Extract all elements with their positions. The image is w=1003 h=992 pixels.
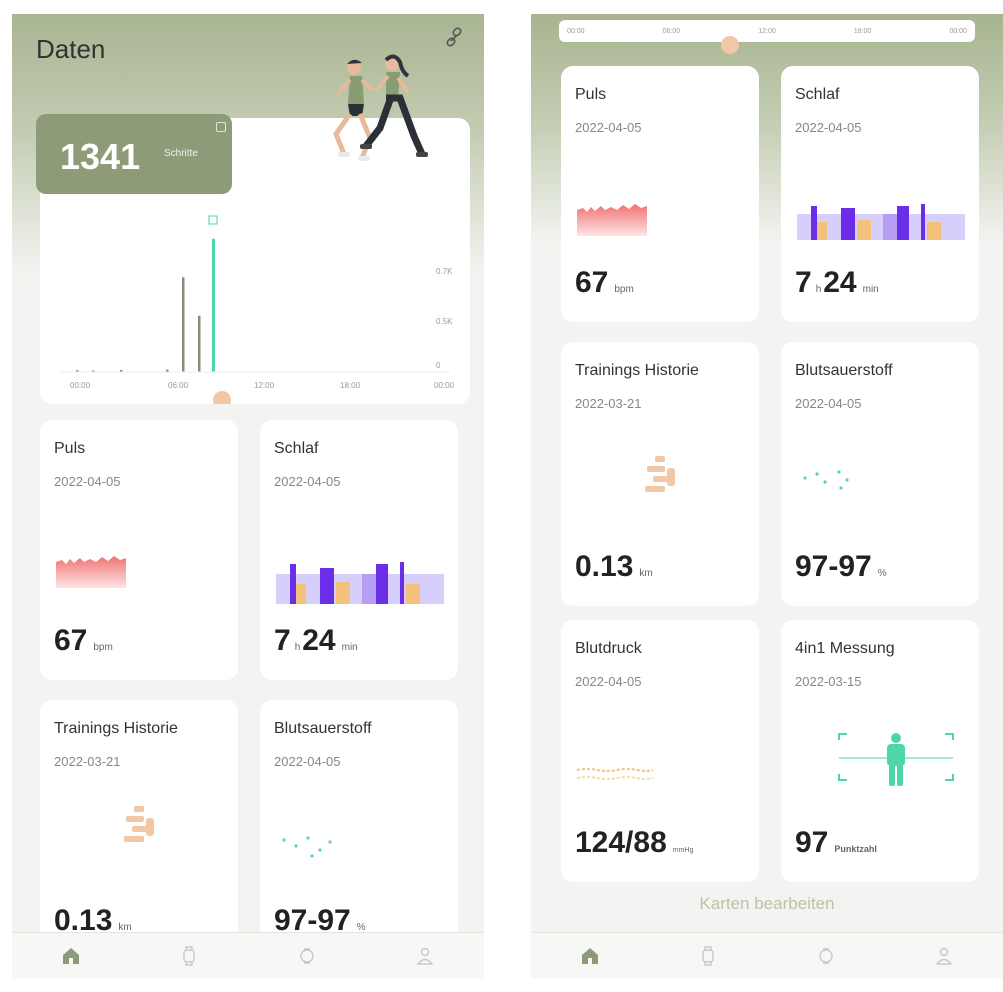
tab-home[interactable] <box>56 941 86 971</box>
tab-profile[interactable] <box>410 941 440 971</box>
card-oxygen[interactable]: Blutsauerstoff 2022-04-05 97-97% <box>260 700 458 940</box>
card-training[interactable]: Trainings Historie 2022-03-21 0.13 km <box>40 700 238 940</box>
steps-bar <box>182 277 185 372</box>
card-date: 2022-04-05 <box>575 120 642 135</box>
card-title: Puls <box>575 86 607 103</box>
card-value: 97 Punktzahl <box>795 826 877 859</box>
profile-icon <box>416 947 434 965</box>
device-icon <box>300 947 314 964</box>
tab-watch[interactable] <box>174 941 204 971</box>
card-sleep[interactable]: Schlaf 2022-04-05 7 h24 min <box>781 66 979 322</box>
card-value: 97-97% <box>795 550 887 583</box>
card-4in1[interactable]: 4in1 Messung 2022-03-15 97 Punktzahl <box>781 620 979 882</box>
y-tick-label: 0.5K <box>436 317 453 326</box>
sleep-chart <box>797 204 965 240</box>
watch-icon <box>702 945 714 966</box>
y-tick-label: 0.7K <box>436 267 453 276</box>
card-value: 67 bpm <box>54 624 113 657</box>
steps-chart[interactable]: 00:00 06:00 12:00 18:00 00:00 0.7K 0.5K 0 <box>40 204 470 404</box>
card-title: Schlaf <box>795 86 840 103</box>
card-value: 124/88 mmHg <box>575 826 694 859</box>
tick-label: 00:00 <box>567 27 585 35</box>
tab-profile[interactable] <box>929 941 959 971</box>
card-date: 2022-04-05 <box>795 396 862 411</box>
card-date: 2022-03-21 <box>575 396 642 411</box>
card-title: Trainings Historie <box>575 362 699 379</box>
blood-pressure-chart <box>576 768 654 780</box>
card-blood-pressure[interactable]: Blutdruck 2022-04-05 124/88 mmHg <box>561 620 759 882</box>
device-icon <box>819 947 833 964</box>
card-date: 2022-04-05 <box>274 754 341 769</box>
home-icon <box>63 947 79 964</box>
sleep-chart <box>276 562 444 604</box>
link-icon[interactable] <box>442 26 466 50</box>
running-icon <box>645 456 675 492</box>
home-icon <box>582 947 598 964</box>
card-date: 2022-03-15 <box>795 674 862 689</box>
card-date: 2022-04-05 <box>795 120 862 135</box>
card-value: 7 h24 min <box>274 624 358 657</box>
card-sleep[interactable]: Schlaf 2022-04-05 7 h24 min <box>260 420 458 680</box>
card-value: 67 bpm <box>575 266 634 299</box>
steps-card-icon <box>216 122 226 132</box>
card-date: 2022-03-21 <box>54 754 121 769</box>
tab-device[interactable] <box>292 941 322 971</box>
card-title: Trainings Historie <box>54 720 178 737</box>
tick-label: 00:00 <box>949 27 967 35</box>
tab-device[interactable] <box>811 941 841 971</box>
card-date: 2022-04-05 <box>54 474 121 489</box>
tick-label: 12:00 <box>758 27 776 35</box>
x-tick-label: 00:00 <box>70 381 91 390</box>
card-title: Blutsauerstoff <box>274 720 372 737</box>
running-icon <box>124 806 154 842</box>
oxygen-chart <box>803 470 849 490</box>
steps-summary[interactable]: 1341 Schritte <box>36 114 232 194</box>
steps-bar <box>198 315 201 372</box>
profile-icon <box>935 947 953 965</box>
runners-illustration <box>333 54 428 161</box>
y-tick-label: 0 <box>436 361 441 370</box>
tab-bar <box>12 932 484 978</box>
screen-scrolled: 00:00 06:00 12:00 18:00 00:00 Puls 2022-… <box>531 14 1003 978</box>
card-title: Blutsauerstoff <box>795 362 893 379</box>
card-oxygen[interactable]: Blutsauerstoff 2022-04-05 97-97% <box>781 342 979 606</box>
card-title: 4in1 Messung <box>795 640 895 657</box>
tick-label: 18:00 <box>853 27 872 35</box>
body-scan-icon <box>838 733 954 786</box>
page-title: Daten <box>36 34 106 64</box>
steps-unit: Schritte <box>164 148 198 159</box>
selected-bar-marker <box>208 215 218 225</box>
card-pulse[interactable]: Puls 2022-04-05 67 bpm <box>561 66 759 322</box>
edit-cards-button[interactable]: Karten bearbeiten <box>531 894 1003 914</box>
card-title: Schlaf <box>274 440 319 457</box>
pulse-chart <box>577 204 647 236</box>
oxygen-chart <box>282 836 332 858</box>
card-title: Puls <box>54 440 86 457</box>
card-title: Blutdruck <box>575 640 642 657</box>
card-value: 0.13 km <box>575 550 653 583</box>
tab-bar <box>531 932 1003 978</box>
watch-icon <box>183 945 195 966</box>
x-tick-label: 06:00 <box>168 381 189 390</box>
card-training[interactable]: Trainings Historie 2022-03-21 0.13 km <box>561 342 759 606</box>
card-value: 7 h24 min <box>795 266 879 299</box>
card-date: 2022-04-05 <box>274 474 341 489</box>
steps-value: 1341 <box>60 136 141 177</box>
tick-label: 06:00 <box>662 27 681 35</box>
timeline-scrubber[interactable] <box>721 36 739 54</box>
screen-main: Daten 1341 Schritte 00:00 06:00 12:00 18… <box>12 14 484 978</box>
steps-bar <box>212 238 215 372</box>
card-date: 2022-04-05 <box>575 674 642 689</box>
tab-home[interactable] <box>575 941 605 971</box>
chart-scrubber <box>213 391 231 404</box>
x-tick-label: 12:00 <box>254 381 275 390</box>
x-tick-label: 18:00 <box>340 381 361 390</box>
timeline-strip[interactable]: 00:00 06:00 12:00 18:00 00:00 <box>559 20 975 42</box>
x-tick-label: 00:00 <box>434 381 455 390</box>
card-pulse[interactable]: Puls 2022-04-05 67 bpm <box>40 420 238 680</box>
pulse-chart <box>56 556 126 588</box>
tab-watch[interactable] <box>693 941 723 971</box>
